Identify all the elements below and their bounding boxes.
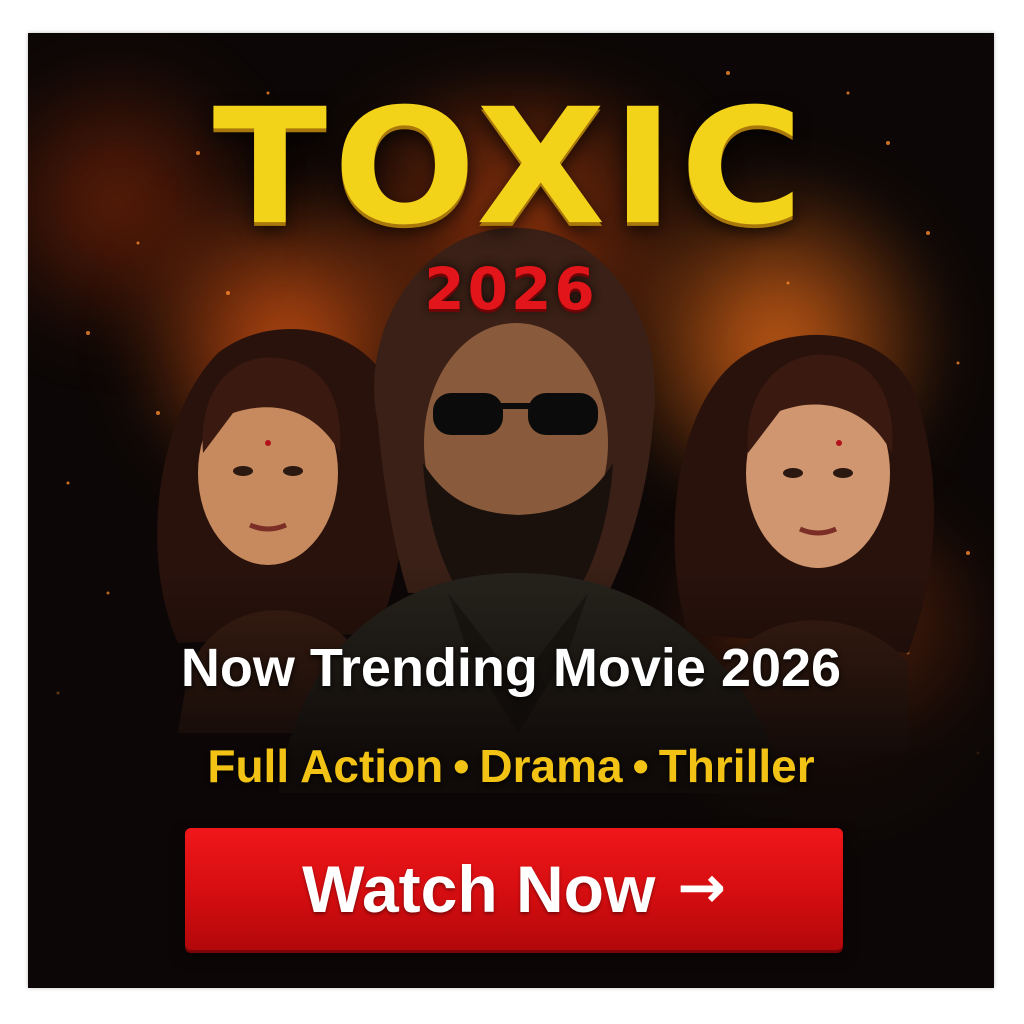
watch-now-button[interactable]: Watch Now → [185, 828, 843, 950]
genre-separator: • [453, 740, 470, 792]
watch-now-label: Watch Now [302, 852, 656, 926]
trending-headline: Now Trending Movie 2026 [180, 638, 842, 698]
arrow-right-icon: → [677, 853, 726, 921]
movie-title: TOXIC [212, 73, 810, 261]
genre-action: Full Action [207, 740, 444, 792]
genre-list: Full Action • Drama • Thriller [28, 739, 994, 793]
movie-year: 2026 [424, 255, 598, 323]
genre-thriller: Thriller [658, 740, 815, 792]
genre-drama: Drama [479, 740, 623, 792]
movie-poster: TOXIC 2026 Now Trending Movie 2026 Full … [28, 33, 994, 988]
genre-separator: • [632, 740, 649, 792]
